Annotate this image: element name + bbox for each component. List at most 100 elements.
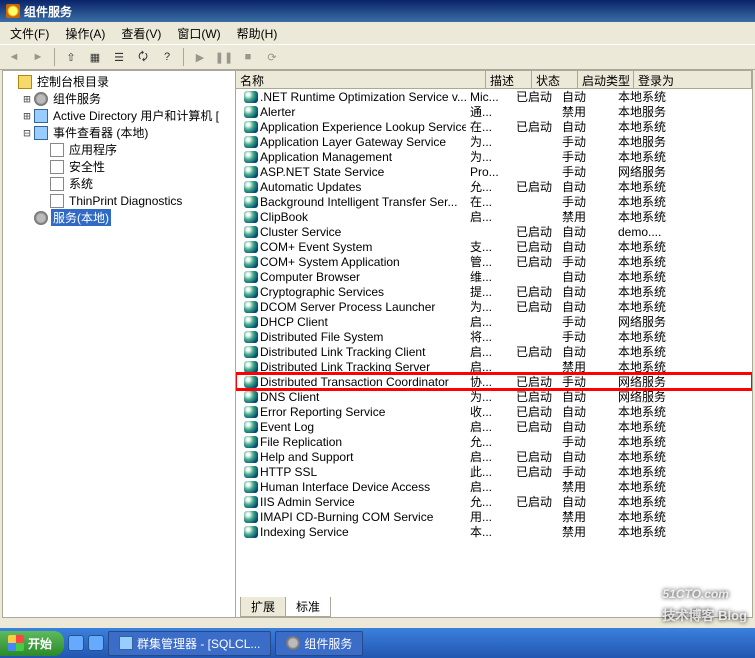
- svc-name: Automatic Updates: [260, 180, 361, 194]
- svc-name: Distributed Transaction Coordinator: [260, 375, 449, 389]
- service-row[interactable]: COM+ System Application管...已启动手动本地系统: [236, 254, 752, 269]
- help-icon[interactable]: ?: [157, 47, 177, 67]
- service-icon: [244, 271, 258, 283]
- start-button[interactable]: 开始: [0, 631, 64, 656]
- service-row[interactable]: .NET Runtime Optimization Service v...Mi…: [236, 89, 752, 104]
- stop-icon: ■: [238, 47, 258, 67]
- col-status[interactable]: 状态: [532, 71, 578, 88]
- service-row[interactable]: Event Log启...已启动自动本地系统: [236, 419, 752, 434]
- service-row[interactable]: COM+ Event System支...已启动自动本地系统: [236, 239, 752, 254]
- service-row[interactable]: Automatic Updates允...已启动自动本地系统: [236, 179, 752, 194]
- service-icon: [244, 316, 258, 328]
- col-logon[interactable]: 登录为: [634, 71, 752, 88]
- service-row[interactable]: Application Experience Lookup Service在..…: [236, 119, 752, 134]
- service-row[interactable]: Alerter通...禁用本地服务: [236, 104, 752, 119]
- service-row[interactable]: DNS Client为...已启动自动网络服务: [236, 389, 752, 404]
- svc-name: IIS Admin Service: [260, 495, 355, 509]
- quicklaunch-ie-icon[interactable]: [68, 635, 84, 651]
- list-header: 名称 描述 状态 启动类型 登录为: [236, 71, 752, 89]
- separator: [54, 48, 55, 66]
- service-row[interactable]: Distributed File System将...手动本地系统: [236, 329, 752, 344]
- expand-icon[interactable]: ⊟: [21, 126, 33, 140]
- refresh-icon[interactable]: 🗘: [133, 47, 153, 67]
- task-cluster[interactable]: 群集管理器 - [SQLCL...: [108, 631, 271, 656]
- service-row[interactable]: Application Management为...手动本地系统: [236, 149, 752, 164]
- tree-pane[interactable]: 控制台根目录⊞组件服务⊞Active Directory 用户和计算机 [⊟事件…: [3, 71, 236, 617]
- svc-status: 已启动: [512, 463, 558, 480]
- service-row[interactable]: Distributed Link Tracking Client启...已启动自…: [236, 344, 752, 359]
- task-components[interactable]: 组件服务: [275, 631, 363, 656]
- menu-view[interactable]: 查看(V): [115, 23, 167, 44]
- quicklaunch-desktop-icon[interactable]: [88, 635, 104, 651]
- service-row[interactable]: DCOM Server Process Launcher为...已启动自动本地系…: [236, 299, 752, 314]
- service-row[interactable]: Error Reporting Service收...已启动自动本地系统: [236, 404, 752, 419]
- service-icon: [244, 136, 258, 148]
- tree-item-label: 应用程序: [67, 141, 119, 158]
- svc-startup: 手动: [558, 373, 614, 390]
- nav-fwd-icon: ►: [28, 47, 48, 67]
- tree-item[interactable]: ⊟事件查看器 (本地): [5, 124, 235, 141]
- tree-root[interactable]: 控制台根目录: [5, 73, 235, 90]
- service-icon: [244, 121, 258, 133]
- service-row[interactable]: Computer Browser维...自动本地系统: [236, 269, 752, 284]
- tree-item[interactable]: 安全性: [5, 158, 235, 175]
- svc-name: ASP.NET State Service: [260, 165, 384, 179]
- service-icon: [244, 526, 258, 538]
- service-row[interactable]: Help and Support启...已启动自动本地系统: [236, 449, 752, 464]
- tree-item[interactable]: 应用程序: [5, 141, 235, 158]
- service-row[interactable]: Distributed Link Tracking Server启...禁用本地…: [236, 359, 752, 374]
- service-row[interactable]: Indexing Service本...禁用本地系统: [236, 524, 752, 539]
- service-icon: [244, 286, 258, 298]
- service-row[interactable]: Human Interface Device Access启...禁用本地系统: [236, 479, 752, 494]
- service-list[interactable]: .NET Runtime Optimization Service v...Mi…: [236, 89, 752, 597]
- service-row[interactable]: ClipBook启...禁用本地系统: [236, 209, 752, 224]
- tree-item[interactable]: 系统: [5, 175, 235, 192]
- tree-item[interactable]: ⊞Active Directory 用户和计算机 [: [5, 107, 235, 124]
- svc-status: 已启动: [512, 253, 558, 270]
- svc-logon: demo....: [614, 225, 752, 239]
- menu-bar: 文件(F) 操作(A) 查看(V) 窗口(W) 帮助(H): [0, 22, 755, 44]
- tab-standard[interactable]: 标准: [285, 597, 331, 617]
- service-row[interactable]: Cluster Service已启动自动demo....: [236, 224, 752, 239]
- up-icon[interactable]: ⇧: [61, 47, 81, 67]
- export-icon[interactable]: ☰: [109, 47, 129, 67]
- svc-name: DCOM Server Process Launcher: [260, 300, 435, 314]
- tree-item[interactable]: ⊞组件服务: [5, 90, 235, 107]
- svc-desc: 启...: [466, 208, 512, 225]
- service-row[interactable]: Distributed Transaction Coordinator协...已…: [236, 374, 752, 389]
- service-row[interactable]: Background Intelligent Transfer Ser...在.…: [236, 194, 752, 209]
- tree-item-label: ThinPrint Diagnostics: [67, 194, 184, 208]
- tree-item[interactable]: 服务(本地): [5, 209, 235, 226]
- props-icon[interactable]: ▦: [85, 47, 105, 67]
- toolbar: ◄ ► ⇧ ▦ ☰ 🗘 ? ▶ ❚❚ ■ ⟳: [0, 44, 755, 70]
- svc-name: Human Interface Device Access: [260, 480, 430, 494]
- menu-file[interactable]: 文件(F): [4, 23, 55, 44]
- folder-icon: [18, 75, 32, 89]
- service-row[interactable]: Cryptographic Services提...已启动自动本地系统: [236, 284, 752, 299]
- svc-name: Background Intelligent Transfer Ser...: [260, 195, 457, 209]
- windows-logo-icon: [8, 635, 24, 651]
- tab-extended[interactable]: 扩展: [240, 597, 286, 617]
- service-row[interactable]: Application Layer Gateway Service为...手动本…: [236, 134, 752, 149]
- expand-icon[interactable]: ⊞: [21, 109, 33, 123]
- menu-window[interactable]: 窗口(W): [171, 23, 226, 44]
- service-row[interactable]: IIS Admin Service允...已启动自动本地系统: [236, 494, 752, 509]
- task-components-label: 组件服务: [304, 635, 352, 652]
- pause-icon: ❚❚: [214, 47, 234, 67]
- col-startup[interactable]: 启动类型: [578, 71, 634, 88]
- service-icon: [244, 511, 258, 523]
- service-row[interactable]: HTTP SSL此...已启动手动本地系统: [236, 464, 752, 479]
- service-row[interactable]: DHCP Client启...手动网络服务: [236, 314, 752, 329]
- col-desc[interactable]: 描述: [486, 71, 532, 88]
- service-row[interactable]: File Replication允...手动本地系统: [236, 434, 752, 449]
- svc-name: Application Management: [260, 150, 392, 164]
- separator: [183, 48, 184, 66]
- menu-action[interactable]: 操作(A): [59, 23, 111, 44]
- expand-icon[interactable]: ⊞: [21, 92, 33, 106]
- menu-help[interactable]: 帮助(H): [231, 23, 284, 44]
- service-row[interactable]: ASP.NET State ServicePro...手动网络服务: [236, 164, 752, 179]
- col-name[interactable]: 名称: [236, 71, 486, 88]
- gear-icon: [34, 211, 48, 225]
- service-row[interactable]: IMAPI CD-Burning COM Service用...禁用本地系统: [236, 509, 752, 524]
- tree-item[interactable]: ThinPrint Diagnostics: [5, 192, 235, 209]
